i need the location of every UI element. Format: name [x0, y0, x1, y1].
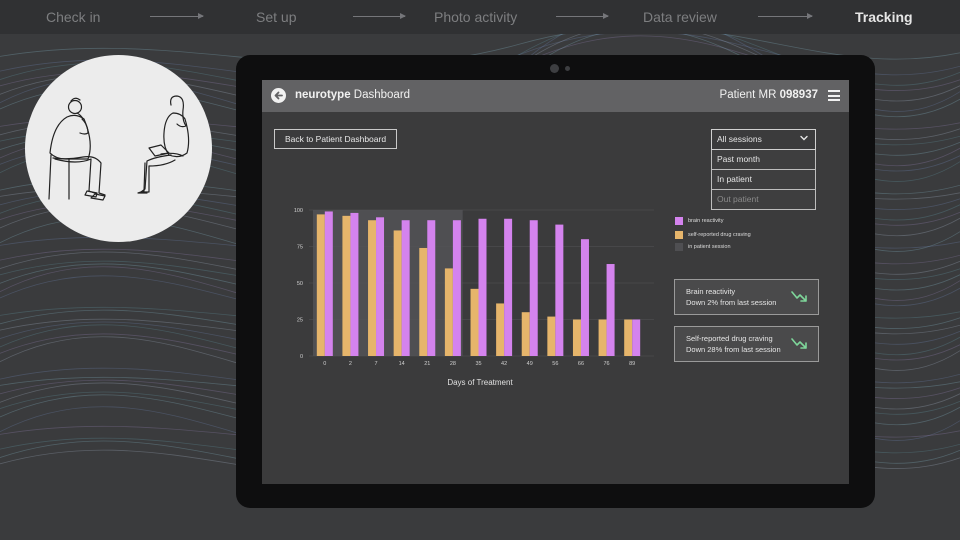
tablet-screen: neurotype Dashboard Patient MR 098937 Ba…	[262, 80, 849, 484]
step-photo-activity[interactable]: Photo activity	[434, 9, 517, 25]
drug-craving-card: Self-reported drug craving Down 28% from…	[674, 326, 819, 362]
trend-down-icon	[791, 291, 807, 302]
x-tick-label: 66	[578, 361, 584, 367]
x-tick-label: 7	[375, 361, 378, 367]
legend-swatch-brain	[675, 217, 683, 225]
x-tick-label: 56	[552, 361, 558, 367]
legend-item-brain: brain reactivity	[675, 217, 723, 225]
bar-brain-day-35	[478, 218, 487, 356]
x-tick-label: 2	[349, 361, 352, 367]
x-tick-label: 76	[604, 361, 610, 367]
card-title: Self-reported drug craving	[686, 334, 773, 343]
bar-brain-day-56	[555, 224, 564, 356]
y-tick-label: 25	[297, 318, 303, 324]
card-title: Brain reactivity	[686, 287, 736, 296]
x-tick-label: 42	[501, 361, 507, 367]
legend-item-session: in patient session	[675, 243, 731, 251]
bar-craving-day-2	[342, 215, 351, 356]
step-arrow	[758, 13, 813, 19]
x-tick-label: 35	[475, 361, 481, 367]
bar-brain-day-0	[324, 211, 333, 356]
bar-craving-day-0	[316, 214, 325, 356]
bar-brain-day-42	[504, 218, 513, 356]
step-set-up[interactable]: Set up	[256, 9, 296, 25]
bar-craving-day-28	[444, 268, 453, 356]
bar-craving-day-89	[624, 319, 633, 356]
bar-brain-day-21	[427, 220, 436, 356]
bar-craving-day-42	[496, 303, 505, 356]
bar-craving-day-35	[470, 288, 479, 356]
bar-brain-day-28	[452, 220, 461, 356]
step-arrow	[353, 13, 406, 19]
x-tick-label: 49	[527, 361, 533, 367]
bar-brain-day-2	[350, 212, 359, 356]
progress-stepper: Check in Set up Photo activity Data review T…	[0, 0, 960, 34]
bar-brain-day-66	[580, 239, 589, 356]
bar-brain-day-7	[376, 217, 385, 356]
step-data-review[interactable]: Data review	[643, 9, 717, 25]
y-tick-label: 0	[300, 354, 303, 360]
x-tick-label: 14	[399, 361, 405, 367]
legend-swatch-craving	[675, 231, 683, 239]
x-tick-label: 0	[323, 361, 326, 367]
bar-craving-day-56	[547, 316, 556, 356]
bar-craving-day-7	[368, 220, 377, 356]
tablet-sensor	[565, 66, 570, 71]
bar-brain-day-89	[632, 319, 641, 356]
card-subtitle: Down 28% from last session	[686, 345, 781, 354]
step-arrow	[150, 13, 204, 19]
step-arrow	[556, 13, 609, 19]
bar-brain-day-14	[401, 220, 410, 356]
step-tracking[interactable]: Tracking	[855, 9, 913, 25]
x-tick-label: 28	[450, 361, 456, 367]
bar-brain-day-76	[606, 264, 615, 356]
y-tick-label: 100	[294, 208, 303, 214]
card-subtitle: Down 2% from last session	[686, 298, 777, 307]
legend-item-craving: self-reported drug craving	[675, 231, 751, 239]
bar-craving-day-66	[572, 319, 581, 356]
step-check-in[interactable]: Check in	[46, 9, 100, 25]
bar-craving-day-49	[521, 312, 530, 356]
x-tick-label: 21	[424, 361, 430, 367]
clinician-patient-illustration	[25, 55, 212, 242]
legend-swatch-session	[675, 243, 683, 251]
x-axis-label: Days of Treatment	[447, 378, 513, 387]
bar-brain-day-49	[529, 220, 538, 356]
y-tick-label: 75	[297, 245, 303, 251]
tablet-camera	[550, 64, 559, 73]
trend-down-icon	[791, 338, 807, 349]
bar-craving-day-76	[598, 319, 607, 356]
bar-craving-day-21	[419, 247, 428, 356]
tablet-device: neurotype Dashboard Patient MR 098937 Ba…	[236, 55, 875, 508]
brain-reactivity-card: Brain reactivity Down 2% from last sessi…	[674, 279, 819, 315]
y-tick-label: 50	[297, 281, 303, 287]
bar-craving-day-14	[393, 230, 402, 356]
x-tick-label: 89	[629, 361, 635, 367]
